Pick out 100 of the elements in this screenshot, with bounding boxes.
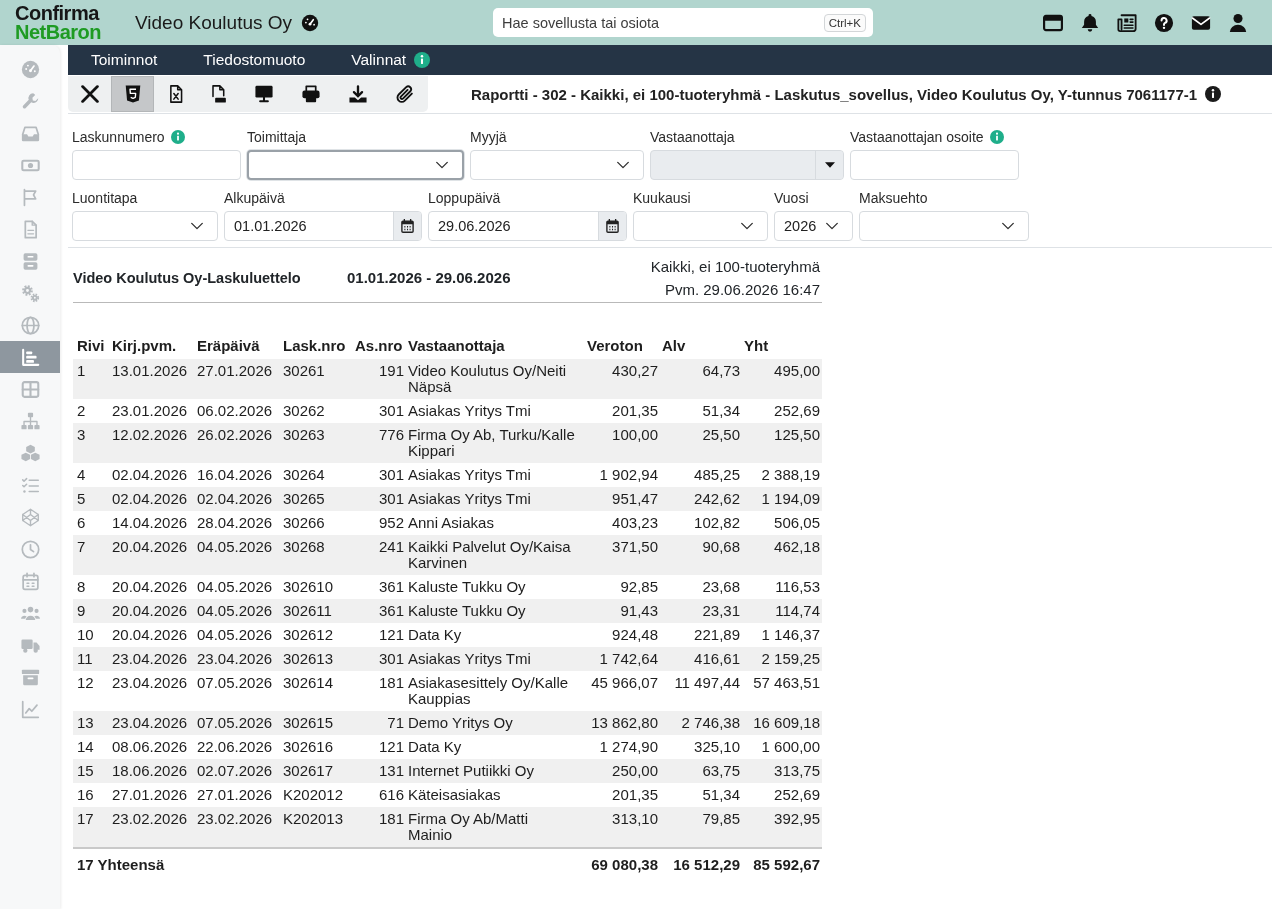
table-cell: 952 [353, 511, 406, 535]
shield-icon[interactable] [123, 85, 142, 103]
calendar-icon[interactable] [401, 219, 414, 233]
archive-box-icon[interactable] [20, 667, 40, 687]
table-cell: 2 746,38 [660, 711, 742, 735]
select-field[interactable]: 2026 [774, 211, 853, 241]
table-cell: 14.04.2026 [110, 511, 195, 535]
download-icon[interactable] [348, 85, 367, 103]
newspaper-icon[interactable] [1116, 12, 1137, 33]
column-header: Lask.nro [281, 333, 353, 359]
file-label-icon[interactable] [209, 85, 228, 103]
table-cell: 242,62 [660, 487, 742, 511]
table-cell: 1 194,09 [742, 487, 822, 511]
logo-text: NetBaron [15, 22, 101, 42]
sitemap-icon[interactable] [20, 411, 40, 431]
menu-item[interactable]: Valinnat [328, 45, 454, 75]
calendar-button[interactable] [598, 212, 626, 240]
table-cell: 08.06.2026 [110, 735, 195, 759]
table-cell: 116,53 [742, 575, 822, 599]
table-cell: 11 [73, 647, 110, 671]
chevron-down-icon[interactable] [191, 222, 203, 230]
table-cell: 201,35 [585, 783, 660, 807]
table-cell: 02.04.2026 [195, 487, 281, 511]
calendar-icon[interactable] [606, 219, 619, 233]
bar-chart-icon[interactable] [20, 347, 40, 367]
table-cell: 13 [73, 711, 110, 735]
date-field[interactable]: 29.06.2026 [428, 211, 627, 241]
table-cell: 1 600,00 [742, 735, 822, 759]
wrench-icon[interactable] [20, 91, 40, 111]
table-cell: 11 497,44 [660, 671, 742, 711]
gauge-icon[interactable] [301, 13, 320, 32]
chevron-down-icon[interactable] [1002, 222, 1014, 230]
table-cell: 361 [353, 599, 406, 623]
paperclip-icon[interactable] [395, 85, 414, 103]
table-cell: Asiakas Yritys Tmi [406, 487, 585, 511]
field-label: Luontitapa [72, 189, 138, 206]
table-cell: 30262 [281, 399, 353, 423]
table-cell: 201,35 [585, 399, 660, 423]
table-cell: Asiakas Yritys Tmi [406, 399, 585, 423]
table-cell: 2 388,19 [742, 463, 822, 487]
bell-icon[interactable] [1079, 12, 1100, 33]
info-icon [1205, 86, 1222, 102]
grid-icon[interactable] [20, 379, 40, 399]
table-cell: 92,85 [585, 575, 660, 599]
table-cell: 1 902,94 [585, 463, 660, 487]
globe-icon[interactable] [20, 315, 40, 335]
field-label: Alkupäivä [224, 189, 285, 206]
table-cell: 06.02.2026 [195, 399, 281, 423]
report-name: Video Koulutus Oy-Laskuluettelo [73, 269, 302, 286]
table-cell: 16 609,18 [742, 711, 822, 735]
chevron-down-icon[interactable] [826, 222, 838, 230]
field-label: Vastaanottaja [650, 128, 735, 145]
table-cell: 30261 [281, 359, 353, 399]
table-cell: 1 146,37 [742, 623, 822, 647]
window-icon[interactable] [1042, 12, 1063, 33]
table-cell: 125,50 [742, 423, 822, 463]
cubes-icon[interactable] [20, 443, 40, 463]
select-field[interactable] [247, 150, 464, 180]
date-field[interactable]: 01.01.2026 [224, 211, 422, 241]
table-cell: 7 [73, 535, 110, 575]
field-label: Laskunnumero [72, 128, 165, 145]
clock-icon[interactable] [20, 539, 40, 559]
printer-icon[interactable] [301, 85, 320, 103]
monitor-icon[interactable] [254, 85, 273, 103]
menu-item[interactable]: Tiedostomuoto [180, 45, 329, 75]
calendar-button[interactable] [393, 212, 421, 240]
table-cell: 616 [353, 783, 406, 807]
table-cell: 121 [353, 623, 406, 647]
chevron-down-icon[interactable] [436, 161, 448, 169]
user-icon[interactable] [1227, 12, 1248, 33]
field-label: Maksuehto [859, 189, 928, 206]
chevron-down-icon[interactable] [617, 161, 629, 169]
line-chart-icon[interactable] [20, 699, 40, 719]
sidebar-item[interactable] [0, 341, 60, 373]
input-field[interactable] [72, 150, 241, 180]
menu-item[interactable]: Toiminnot [68, 45, 181, 75]
table-cell: 04.05.2026 [195, 599, 281, 623]
table-cell: Asiakasesittely Oy/Kalle Kauppias [406, 671, 585, 711]
table-cell: 3 [73, 423, 110, 463]
input-field[interactable] [850, 150, 1019, 180]
table-cell: 51,34 [660, 783, 742, 807]
table-cell: 302613 [281, 647, 353, 671]
table-cell: 02.04.2026 [110, 487, 195, 511]
chevron-down-icon[interactable] [741, 222, 753, 230]
column-header: Veroton [585, 333, 660, 359]
toolbar-button[interactable] [111, 76, 154, 112]
help-icon[interactable] [1153, 12, 1174, 33]
table-cell: 14 [73, 735, 110, 759]
gears-icon[interactable] [20, 283, 40, 303]
table-cell: Käteisasiakas [406, 783, 585, 807]
close-icon[interactable] [80, 85, 99, 103]
column-header: Kirj.pvm. [110, 333, 195, 359]
table-cell: 191 [353, 359, 406, 399]
field-label: Toimittaja [247, 128, 307, 145]
table-cell: 30268 [281, 535, 353, 575]
cube-outline-icon[interactable] [20, 507, 40, 527]
total-cell: 69 080,38 [585, 848, 660, 881]
table-cell: 252,69 [742, 399, 822, 423]
table-cell: 23,31 [660, 599, 742, 623]
checklist-icon[interactable] [20, 475, 40, 495]
